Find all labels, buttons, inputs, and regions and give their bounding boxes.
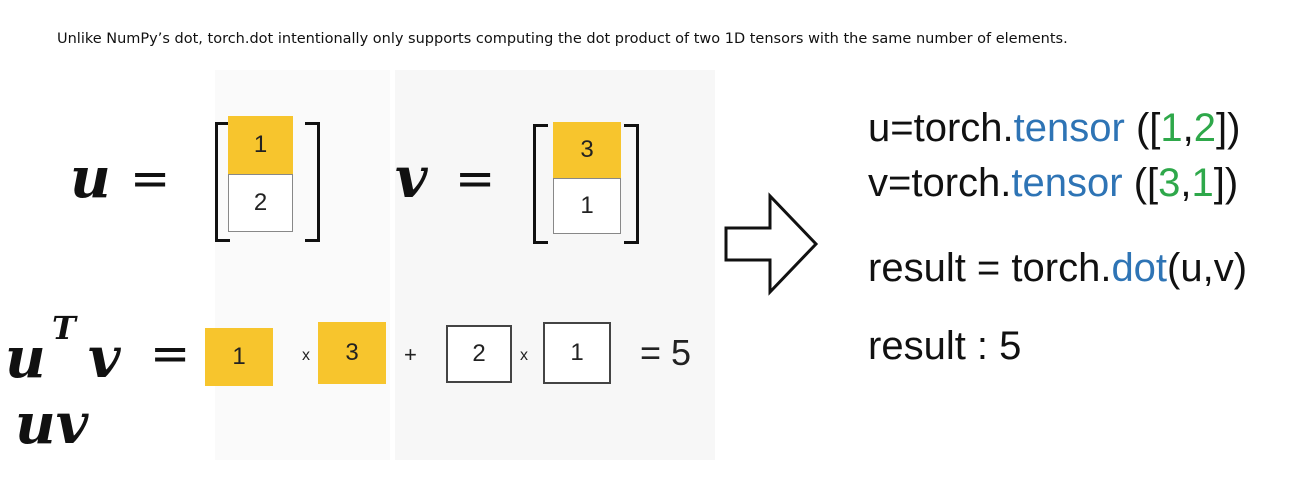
- code-line-1-a: 1: [1160, 106, 1183, 150]
- v-value-2: 1: [553, 178, 621, 234]
- v-equals: =: [455, 151, 496, 207]
- ut-equals: =: [150, 326, 191, 382]
- code-line-1: u=torch.tensor ([1,2]): [868, 108, 1240, 148]
- code-line-2-method: tensor: [1011, 161, 1123, 205]
- caption: Unlike NumPy’s dot, torch.dot intentiona…: [57, 31, 1068, 47]
- u-equals: =: [130, 151, 171, 207]
- code-line-2-comma: ,: [1180, 161, 1192, 205]
- term-1: 1: [205, 328, 273, 386]
- code-line-3-prefix: result = torch.: [868, 246, 1112, 290]
- result-value: = 5: [640, 332, 692, 373]
- term-3: 2: [446, 325, 512, 383]
- right-arrow-outline-icon: [724, 192, 819, 296]
- u-label: u: [70, 145, 111, 211]
- code-line-1-prefix: u=torch.: [868, 106, 1014, 150]
- code-line-2-close: ]): [1213, 161, 1239, 205]
- code-line-4: result : 5: [868, 324, 1022, 368]
- ut-v-label: v: [88, 325, 121, 391]
- code-line-2: v=torch.tensor ([3,1]): [868, 163, 1238, 203]
- code-line-1-b: 2: [1193, 106, 1216, 150]
- code-line-2-prefix: v=torch.: [868, 161, 1012, 205]
- ut-label: u: [5, 325, 46, 391]
- u-right-bracket: [305, 122, 320, 242]
- v-label: v: [395, 145, 428, 211]
- v-right-bracket: [624, 124, 639, 244]
- code-line-3: result = torch.dot(u,v): [868, 248, 1247, 288]
- v-value-1: 3: [553, 122, 621, 178]
- code-line-1-method: tensor: [1013, 106, 1125, 150]
- term-2: 3: [318, 322, 386, 384]
- code-line-2-b: 1: [1191, 161, 1214, 205]
- code-line-2-a: 3: [1158, 161, 1181, 205]
- u-value-1: 1: [228, 116, 293, 174]
- code-line-3-suffix: (u,v): [1167, 246, 1248, 290]
- plus-sign: +: [404, 342, 417, 367]
- v-left-bracket: [533, 124, 548, 244]
- code-line-1-comma: ,: [1182, 106, 1194, 150]
- code-line-3-method: dot: [1111, 246, 1168, 290]
- u-value-2: 2: [228, 174, 293, 232]
- times-sign-1: x: [302, 347, 310, 364]
- code-line-1-open: ([: [1124, 106, 1161, 150]
- times-sign-2: x: [520, 347, 528, 364]
- ut-superscript: T: [52, 309, 76, 347]
- uv-label: uv: [15, 391, 89, 457]
- code-line-2-open: ([: [1122, 161, 1159, 205]
- term-4: 1: [543, 322, 611, 384]
- code-line-1-close: ]): [1216, 106, 1241, 150]
